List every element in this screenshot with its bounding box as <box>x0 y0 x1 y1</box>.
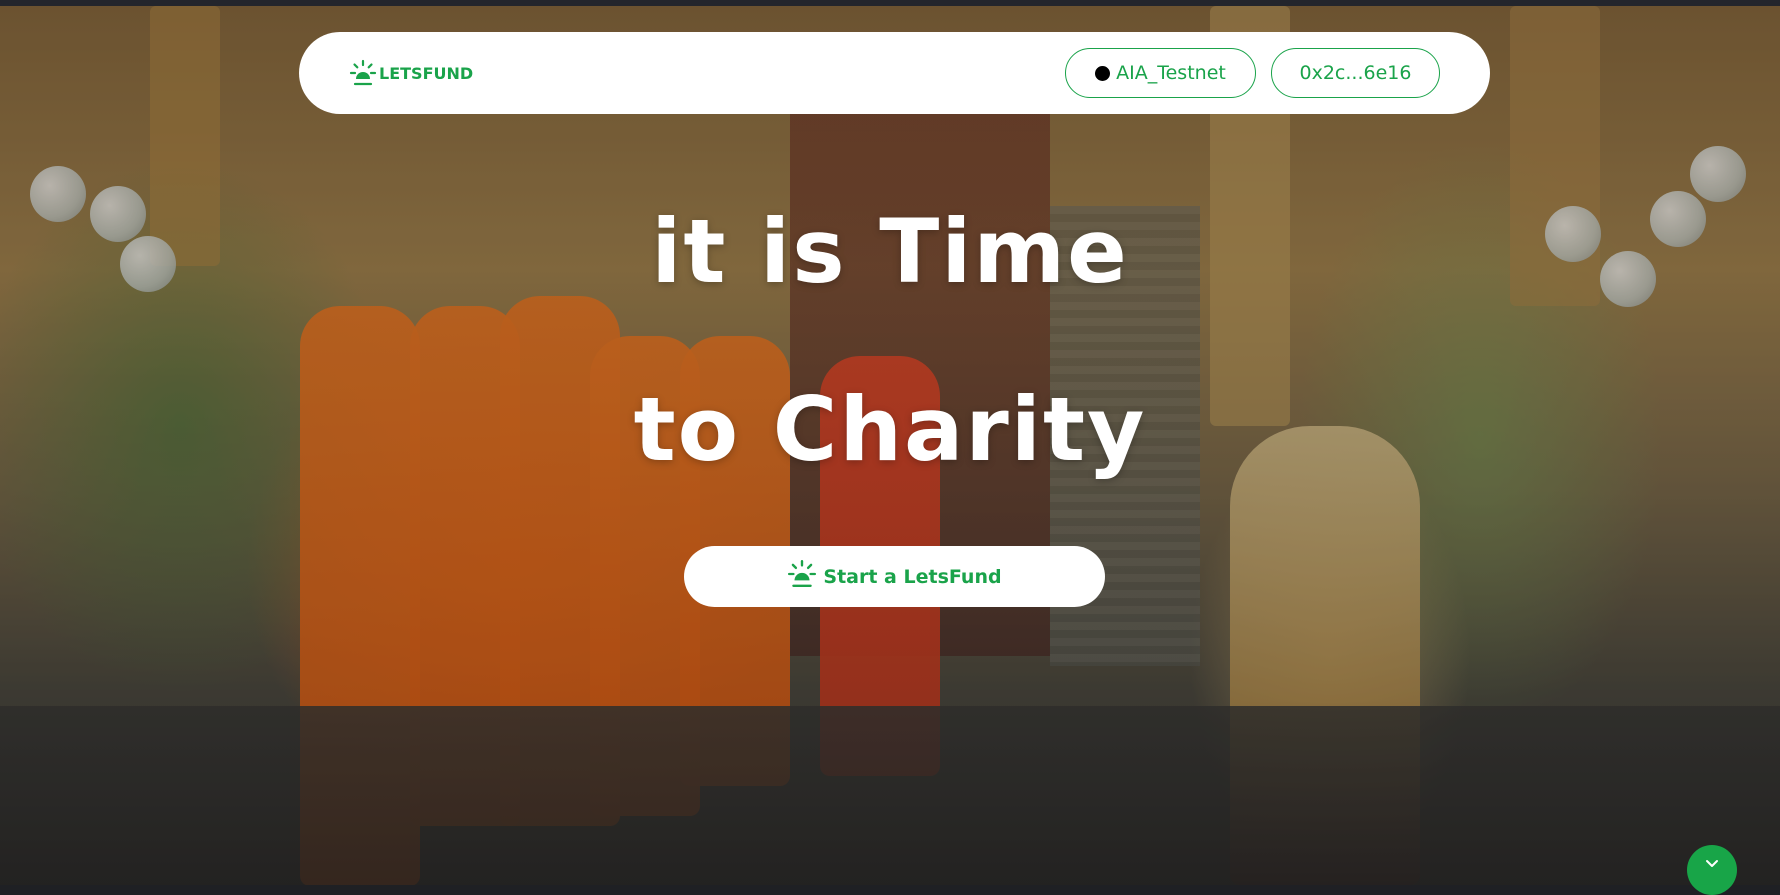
network-status-dot <box>1095 65 1111 81</box>
sun-sprout-icon <box>787 559 817 594</box>
wallet-address: 0x2c...6e16 <box>1299 62 1412 84</box>
chevron-down-icon <box>1704 845 1720 873</box>
scroll-down-button[interactable] <box>1687 845 1737 895</box>
cta-label: Start a LetsFund <box>823 565 1002 588</box>
top-navbar: LETSFUND AIA_Testnet 0x2c...6e16 <box>299 32 1490 114</box>
wallet-address-button[interactable]: 0x2c...6e16 <box>1271 48 1440 98</box>
hero-headline-line1: it is Time <box>651 200 1129 303</box>
brand-logo-link[interactable]: LETSFUND <box>349 59 473 87</box>
hero-headline-line2: to Charity <box>633 378 1147 481</box>
brand-name: LETSFUND <box>379 63 474 83</box>
network-selector-button[interactable]: AIA_Testnet <box>1065 48 1256 98</box>
top-edge-strip <box>0 0 1780 6</box>
sun-sprout-icon <box>349 59 377 87</box>
start-letsfund-button[interactable]: Start a LetsFund <box>684 546 1105 607</box>
network-label: AIA_Testnet <box>1116 62 1226 84</box>
